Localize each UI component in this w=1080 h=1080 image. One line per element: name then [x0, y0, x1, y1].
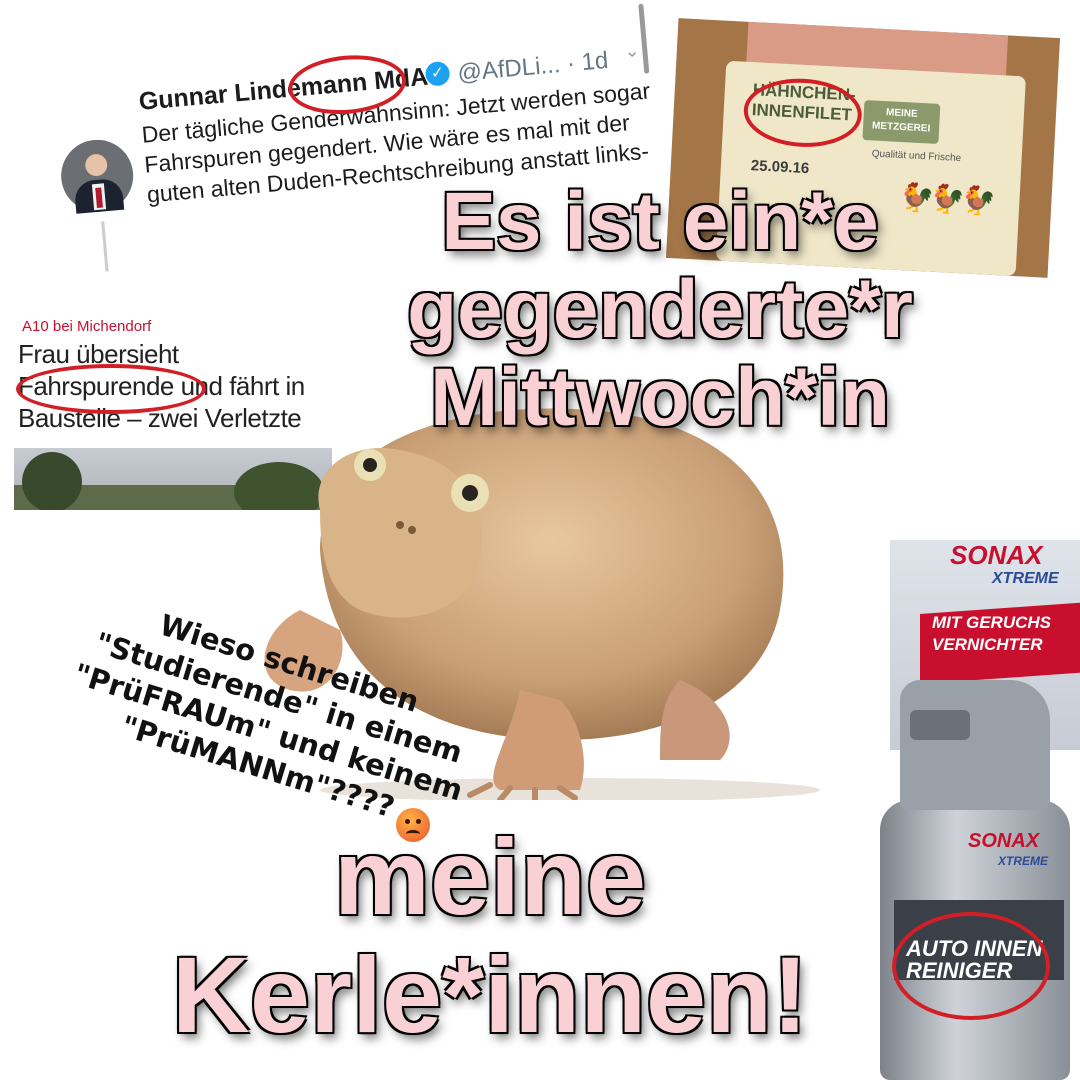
sonax-bottle-bottom: SONAX XTREME AUTO INNEN REINIGER	[870, 680, 1080, 1080]
caption-line: Es ist ein*e	[441, 176, 879, 267]
chevron-down-icon: ⌄	[623, 40, 641, 62]
sonax-brand: SONAX	[950, 540, 1043, 570]
feature-text: MIT GERUCHS VERNICHTER	[932, 613, 1051, 654]
caption-line: Mittwoch*in	[429, 352, 891, 443]
sonax-line: XTREME	[998, 854, 1049, 868]
thread-line	[101, 221, 109, 272]
caption-line: Kerle*innen!	[171, 934, 809, 1055]
sonax-brand: SONAX	[968, 830, 1040, 852]
sonax-line: XTREME	[992, 570, 1059, 587]
caption-top: Es ist ein*e gegenderte*r Mittwoch*in	[380, 178, 940, 442]
scrollbar	[638, 3, 650, 74]
tree	[22, 452, 82, 510]
brand-badge: MEINE METZGEREI	[862, 100, 941, 144]
avatar	[58, 136, 137, 215]
caption-bottom: meine Kerle*innen!	[120, 818, 860, 1054]
package-date: 25.09.16	[750, 157, 810, 178]
highlight-circle	[892, 912, 1050, 1020]
spray-trigger	[900, 680, 1050, 810]
news-kicker: A10 bei Michendorf	[22, 318, 152, 335]
caption-line: meine	[333, 816, 647, 937]
caption-line: gegenderte*r	[407, 264, 913, 355]
highlight-circle	[16, 364, 206, 414]
spray-nozzle	[910, 710, 970, 740]
